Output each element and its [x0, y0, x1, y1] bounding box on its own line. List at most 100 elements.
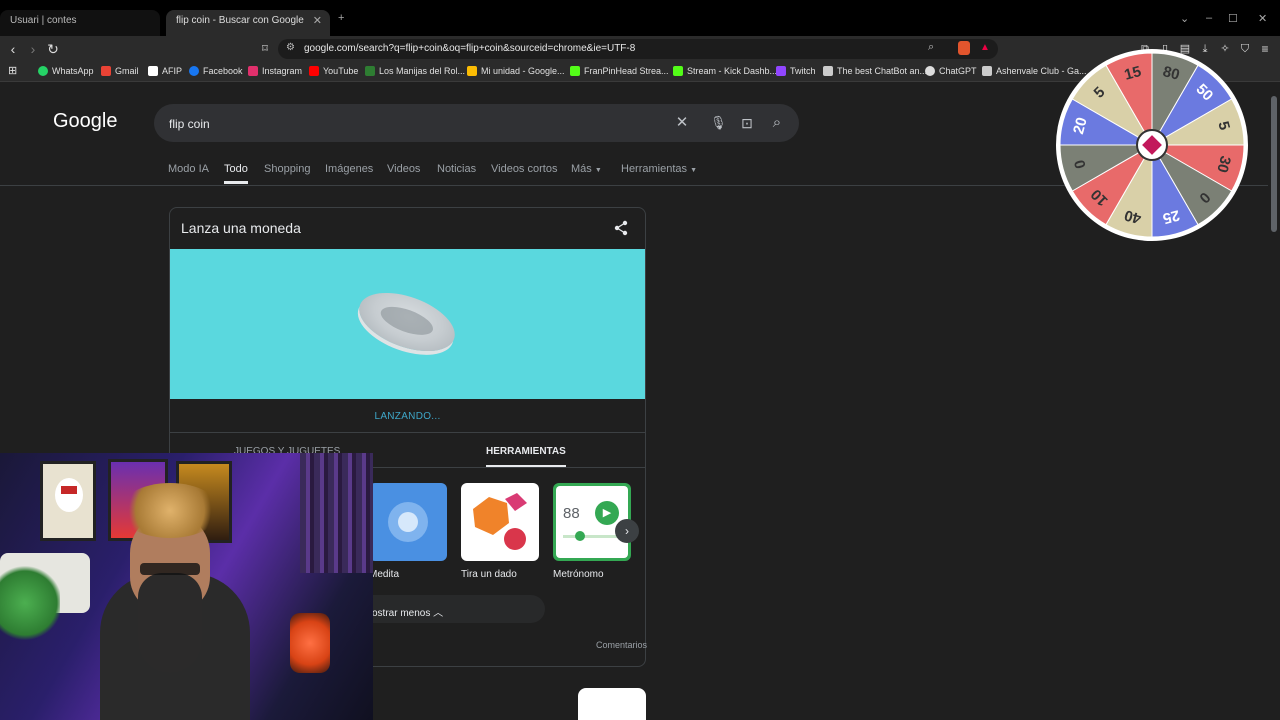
- dice-icon: [461, 483, 539, 561]
- menu-icon[interactable]: ≡: [1256, 40, 1274, 58]
- minimize-icon[interactable]: –: [1206, 12, 1212, 24]
- tab-mas[interactable]: Más ▼: [571, 163, 602, 175]
- zoom-icon[interactable]: ⌕: [928, 41, 934, 54]
- scrollbar-thumb[interactable]: [1271, 96, 1277, 232]
- search-input[interactable]: flip coin: [169, 117, 210, 131]
- bookmark-twitch[interactable]: Twitch: [776, 66, 816, 76]
- microphone-icon[interactable]: 🎙︎: [710, 115, 727, 131]
- bookmark-label: WhatsApp: [52, 66, 94, 76]
- tool-tira-un-dado[interactable]: Tira un dado: [461, 483, 539, 580]
- tool-medita[interactable]: Medita: [369, 483, 447, 580]
- url-text: google.com/search?q=flip+coin&oq=flip+co…: [304, 43, 636, 54]
- bookmark-manijas[interactable]: Los Manijas del Rol...: [365, 66, 465, 76]
- google-logo[interactable]: Google: [53, 110, 118, 133]
- scrollbar[interactable]: [1268, 82, 1280, 720]
- chatgpt-icon: [925, 66, 935, 76]
- bookmark-drive[interactable]: Mi unidad - Google...: [467, 66, 565, 76]
- bookmark-label: YouTube: [323, 66, 359, 76]
- divider: [170, 432, 645, 433]
- plant: [0, 563, 60, 643]
- back-icon[interactable]: ‹: [4, 40, 22, 58]
- tab-shopping[interactable]: Shopping: [264, 163, 311, 175]
- coin-icon[interactable]: [351, 281, 463, 363]
- whatsapp-icon: [38, 66, 48, 76]
- tool-label: Tira un dado: [461, 569, 517, 580]
- person-hair: [120, 483, 220, 538]
- tab-modo-ia[interactable]: Modo IA: [168, 163, 209, 175]
- bookmark-label: Gmail: [115, 66, 139, 76]
- tab-title: Usuari | contes: [10, 15, 77, 26]
- search-box[interactable]: flip coin ✕ 🎙︎ ⊡ ⌕: [154, 104, 799, 142]
- chatbot-icon: [823, 66, 833, 76]
- bookmark-chatgpt[interactable]: ChatGPT: [925, 66, 977, 76]
- brave-shields-icon[interactable]: [958, 41, 970, 55]
- bookmark-chatbot[interactable]: The best ChatBot an...: [823, 66, 927, 76]
- show-less-label: ostrar menos: [372, 608, 431, 619]
- webcam-overlay: [0, 453, 373, 720]
- twitch-icon: [776, 66, 786, 76]
- rewards-icon[interactable]: ▲: [980, 42, 990, 53]
- bookmark-label: Facebook: [203, 66, 243, 76]
- site-info-icon[interactable]: ⚙: [286, 42, 295, 53]
- tab-active[interactable]: flip coin - Buscar con Google ✕: [166, 10, 330, 36]
- bookmark-instagram[interactable]: Instagram: [248, 66, 302, 76]
- tab-todo[interactable]: Todo: [224, 163, 248, 184]
- tab-inactive[interactable]: Usuari | contes: [0, 10, 160, 36]
- bpm-value: 88: [563, 505, 580, 522]
- tab-search-icon[interactable]: ⌄: [1180, 12, 1189, 25]
- bookmark-label: Twitch: [790, 66, 816, 76]
- poster-it: [40, 461, 96, 541]
- tool-label: Metrónomo: [553, 569, 604, 580]
- tab-title: flip coin - Buscar con Google: [176, 15, 304, 26]
- bookmark-franpinhead[interactable]: FranPinHead Strea...: [570, 66, 669, 76]
- bookmark-label: The best ChatBot an...: [837, 66, 928, 76]
- facebook-icon: [189, 66, 199, 76]
- ashenvale-icon: [982, 66, 992, 76]
- bookmark-gmail[interactable]: Gmail: [101, 66, 139, 76]
- bookmark-facebook[interactable]: Facebook: [189, 66, 243, 76]
- apps-icon[interactable]: ⊞: [8, 64, 17, 77]
- person-beard: [138, 573, 202, 673]
- new-tab-icon[interactable]: +: [338, 12, 344, 24]
- show-less-button[interactable]: ostrar menos ︿: [350, 595, 545, 623]
- close-window-icon[interactable]: ✕: [1258, 12, 1267, 25]
- search-icon[interactable]: ⌕: [769, 115, 785, 131]
- coin-animation-area[interactable]: [170, 249, 645, 399]
- bookmark-whatsapp[interactable]: WhatsApp: [38, 66, 94, 76]
- microphone-light: [290, 613, 330, 673]
- glasses: [140, 563, 200, 575]
- bookmark-afip[interactable]: AFIP: [148, 66, 182, 76]
- chevron-right-icon[interactable]: ›: [615, 519, 639, 543]
- tab-label: Herramientas: [621, 163, 688, 175]
- forward-icon[interactable]: ›: [24, 40, 42, 58]
- result-thumbnail[interactable]: [578, 688, 646, 720]
- tab-herramientas[interactable]: Herramientas ▼: [621, 163, 697, 175]
- maximize-icon[interactable]: ☐: [1228, 12, 1238, 25]
- kick-icon: [570, 66, 580, 76]
- tab-videos[interactable]: Videos: [387, 163, 420, 175]
- bookmark-icon[interactable]: ⌑: [256, 40, 274, 58]
- tab-videos-cortos[interactable]: Videos cortos: [491, 163, 557, 175]
- instagram-icon: [248, 66, 258, 76]
- tab-herramientas-tools[interactable]: HERRAMIENTAS: [486, 446, 566, 468]
- afip-icon: [148, 66, 158, 76]
- close-tab-icon[interactable]: ✕: [313, 14, 322, 27]
- address-bar[interactable]: ⚙ google.com/search?q=flip+coin&oq=flip+…: [278, 39, 998, 59]
- lens-icon[interactable]: ⊡: [739, 115, 755, 131]
- gmail-icon: [101, 66, 111, 76]
- tab-noticias[interactable]: Noticias: [437, 163, 476, 175]
- bookmark-kick[interactable]: Stream - Kick Dashb...: [673, 66, 777, 76]
- bookmark-label: Mi unidad - Google...: [481, 66, 565, 76]
- reload-icon[interactable]: ↻: [44, 40, 62, 58]
- card-title: Lanza una moneda: [181, 220, 301, 236]
- share-icon[interactable]: [613, 220, 629, 236]
- feedback-link[interactable]: Comentarios: [596, 640, 647, 650]
- browser-title-bar: Usuari | contes flip coin - Buscar con G…: [0, 0, 1280, 36]
- youtube-icon: [309, 66, 319, 76]
- tab-imagenes[interactable]: Imágenes: [325, 163, 373, 175]
- bookmark-site-icon: [365, 66, 375, 76]
- clear-icon[interactable]: ✕: [674, 115, 690, 131]
- bookmark-youtube[interactable]: YouTube: [309, 66, 358, 76]
- tab-label: Más: [571, 163, 592, 175]
- kick-icon: [673, 66, 683, 76]
